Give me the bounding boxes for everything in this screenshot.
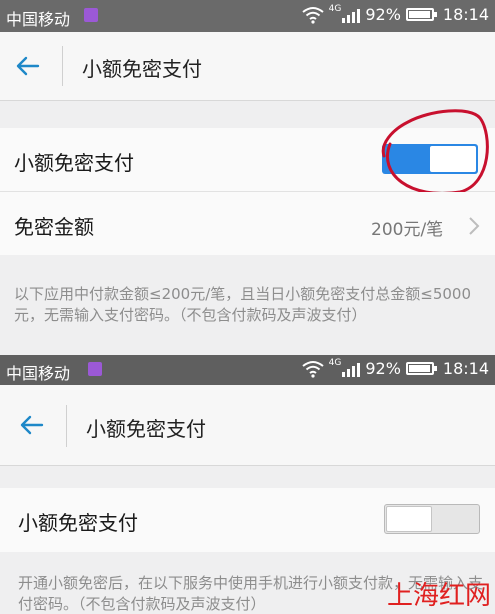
screenshot-top: 中国移动 4G 92% 18:14 小额免密支付 小额免密支付 免密金额 200… <box>0 0 495 355</box>
toggle-row-label: 小额免密支付 <box>18 511 138 535</box>
carrier-label: 中国移动 <box>6 364 71 383</box>
header-divider <box>66 405 67 447</box>
clock: 18:14 <box>442 359 489 378</box>
description-text: 以下应用中付款金额≤200元/笔，且当日小额免密支付总金额≤5000元，无需输入… <box>14 285 471 324</box>
header-divider <box>62 46 63 86</box>
clock: 18:14 <box>442 5 489 24</box>
app-header: 小额免密支付 <box>0 385 495 466</box>
wifi-icon <box>302 360 324 378</box>
app-notification-icon <box>84 8 98 22</box>
watermark: 上海红网 <box>386 581 491 611</box>
screenshot-bottom: 中国移动 4G 92% 18:14 小额免密支付 小额免密支付 开通小额免密后，… <box>0 355 495 614</box>
battery-percent: 92% <box>365 5 401 24</box>
signal-icon <box>342 361 361 377</box>
amount-row[interactable]: 免密金额 200元/笔 <box>0 192 495 255</box>
amount-row-label: 免密金额 <box>14 215 94 239</box>
wifi-icon <box>302 6 324 24</box>
back-arrow-icon[interactable] <box>14 52 42 80</box>
status-bar: 中国移动 4G 92% 18:14 <box>0 355 495 385</box>
quick-pay-toggle[interactable] <box>384 504 480 534</box>
carrier-label: 中国移动 <box>6 10 71 29</box>
status-bar: 中国移动 4G 92% 18:14 <box>0 0 495 32</box>
signal-icon <box>342 7 361 23</box>
back-arrow-icon[interactable] <box>18 411 46 439</box>
annotation-circle <box>381 109 489 195</box>
page-title: 小额免密支付 <box>82 57 202 81</box>
toggle-row-label: 小额免密支付 <box>14 151 134 175</box>
battery-icon <box>405 362 437 375</box>
network-type-label: 4G <box>328 3 342 14</box>
battery-icon <box>405 8 437 21</box>
battery-percent: 92% <box>365 359 401 378</box>
app-notification-icon <box>88 362 102 376</box>
amount-value: 200元/笔 <box>371 220 444 240</box>
page-title: 小额免密支付 <box>86 417 206 441</box>
toggle-row: 小额免密支付 <box>0 488 495 552</box>
network-type-label: 4G <box>328 357 342 368</box>
app-header: 小额免密支付 <box>0 32 495 101</box>
chevron-right-icon <box>469 217 480 235</box>
